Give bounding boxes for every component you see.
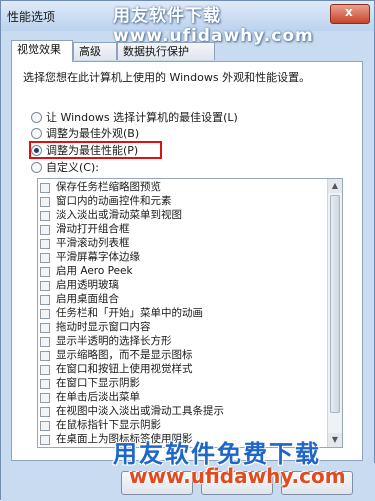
description-text: 选择您想在此计算机上使用的 Windows 外观和性能设置。 <box>23 71 311 84</box>
effect-label: 在窗口和按钮上使用视觉样式 <box>56 363 193 375</box>
effect-item[interactable]: 任务栏和「开始」菜单中的动画 <box>40 307 203 320</box>
effect-label: 任务栏和「开始」菜单中的动画 <box>56 307 203 319</box>
effect-label: 保存任务栏缩略图预览 <box>56 181 161 193</box>
effect-label: 在窗口下显示阴影 <box>56 377 140 389</box>
watermark-url: www.ufidawhy.com <box>129 464 346 488</box>
checkbox-icon[interactable] <box>40 378 50 389</box>
radio-icon <box>31 127 42 139</box>
checkbox-icon[interactable] <box>40 252 50 263</box>
effect-item[interactable]: 启用透明玻璃 <box>40 279 119 292</box>
effect-label: 平滑屏幕字体边缘 <box>56 251 140 263</box>
checkbox-icon[interactable] <box>40 182 50 193</box>
checkbox-icon[interactable] <box>40 280 50 291</box>
radio-icon <box>31 111 42 123</box>
effect-label: 滑动打开组合框 <box>56 223 130 235</box>
effect-label: 平滑滚动列表框 <box>56 237 130 249</box>
effect-item[interactable]: 窗口内的动画控件和元素 <box>40 195 172 208</box>
checkbox-icon[interactable] <box>40 392 50 403</box>
close-button[interactable] <box>330 4 370 24</box>
checkbox-icon[interactable] <box>40 224 50 235</box>
checkbox-icon[interactable] <box>40 308 50 319</box>
tab-advanced[interactable]: 高级 <box>73 42 117 60</box>
effect-label: 淡入淡出或滑动菜单到视图 <box>56 209 182 221</box>
checkbox-icon[interactable] <box>40 406 50 417</box>
radio-best-appearance[interactable]: 调整为最佳外观(B) <box>31 125 139 141</box>
effect-item[interactable]: 启用桌面组合 <box>40 293 119 306</box>
tab-visual-effects[interactable]: 视觉效果 <box>11 40 73 62</box>
effect-label: 启用 Aero Peek <box>56 265 133 277</box>
checkbox-icon[interactable] <box>40 434 50 445</box>
effect-item[interactable]: 保存任务栏缩略图预览 <box>40 181 161 194</box>
effect-label: 在鼠标指针下显示阴影 <box>56 419 161 431</box>
effect-item[interactable]: 在窗口下显示阴影 <box>40 377 140 390</box>
effect-item[interactable]: 在单击后淡出菜单 <box>40 391 140 404</box>
scroll-up-icon[interactable]: ▲ <box>328 179 342 193</box>
effect-item[interactable]: 平滑滚动列表框 <box>40 237 130 250</box>
effect-item[interactable]: 在视图中淡入淡出或滑动工具条提示 <box>40 405 224 418</box>
radio-label: 让 Windows 选择计算机的最佳设置(L) <box>46 111 238 124</box>
checkbox-icon[interactable] <box>40 294 50 305</box>
checkbox-icon[interactable] <box>40 196 50 207</box>
checkbox-icon[interactable] <box>40 266 50 277</box>
window-title: 性能选项 <box>7 10 56 24</box>
effect-item[interactable]: 平滑屏幕字体边缘 <box>40 251 140 264</box>
effect-item[interactable]: 在鼠标指针下显示阴影 <box>40 419 161 432</box>
checkbox-icon[interactable] <box>40 420 50 431</box>
scrollbar[interactable]: ▲ ▼ <box>327 179 342 447</box>
effect-label: 启用桌面组合 <box>56 293 119 305</box>
checkbox-icon[interactable] <box>40 238 50 249</box>
effect-item[interactable]: 拖动时显示窗口内容 <box>40 321 151 334</box>
highlight-box <box>29 141 162 159</box>
effect-label: 拖动时显示窗口内容 <box>56 321 151 333</box>
checkbox-icon[interactable] <box>40 350 50 361</box>
effect-label: 启用透明玻璃 <box>56 279 119 291</box>
performance-options-dialog: 性能选项 用友软件下载 www.ufidawhy.com 视觉效果 高级 数据执… <box>0 0 375 501</box>
effect-item[interactable]: 在窗口和按钮上使用视觉样式 <box>40 363 193 376</box>
effect-item[interactable]: 显示半透明的选择长方形 <box>40 335 172 348</box>
title-bar: 性能选项 用友软件下载 www.ufidawhy.com <box>1 1 374 46</box>
effect-item[interactable]: 启用 Aero Peek <box>40 265 133 278</box>
scroll-down-icon[interactable]: ▼ <box>328 433 342 447</box>
effect-label: 显示缩略图，而不是显示图标 <box>56 349 193 361</box>
radio-icon <box>31 161 42 173</box>
radio-windows-choose[interactable]: 让 Windows 选择计算机的最佳设置(L) <box>31 109 238 125</box>
effect-item[interactable]: 滑动打开组合框 <box>40 223 130 236</box>
checkbox-icon[interactable] <box>40 210 50 221</box>
radio-label: 调整为最佳外观(B) <box>46 127 140 140</box>
scroll-thumb[interactable] <box>330 195 340 413</box>
effect-label: 在单击后淡出菜单 <box>56 391 140 403</box>
radio-custom[interactable]: 自定义(C): <box>31 159 99 175</box>
radio-label: 自定义(C): <box>46 161 99 174</box>
tab-dep[interactable]: 数据执行保护 <box>117 42 215 60</box>
effect-label: 窗口内的动画控件和元素 <box>56 195 172 207</box>
visual-effects-list[interactable]: 保存任务栏缩略图预览 窗口内的动画控件和元素 淡入淡出或滑动菜单到视图 滑动打开组合框… <box>37 178 343 448</box>
checkbox-icon[interactable] <box>40 322 50 333</box>
effect-label: 在视图中淡入淡出或滑动工具条提示 <box>56 405 224 417</box>
effect-item[interactable]: 显示缩略图，而不是显示图标 <box>40 349 193 362</box>
checkbox-icon[interactable] <box>40 364 50 375</box>
checkbox-icon[interactable] <box>40 336 50 347</box>
effect-item[interactable]: 淡入淡出或滑动菜单到视图 <box>40 209 182 222</box>
effect-label: 显示半透明的选择长方形 <box>56 335 172 347</box>
